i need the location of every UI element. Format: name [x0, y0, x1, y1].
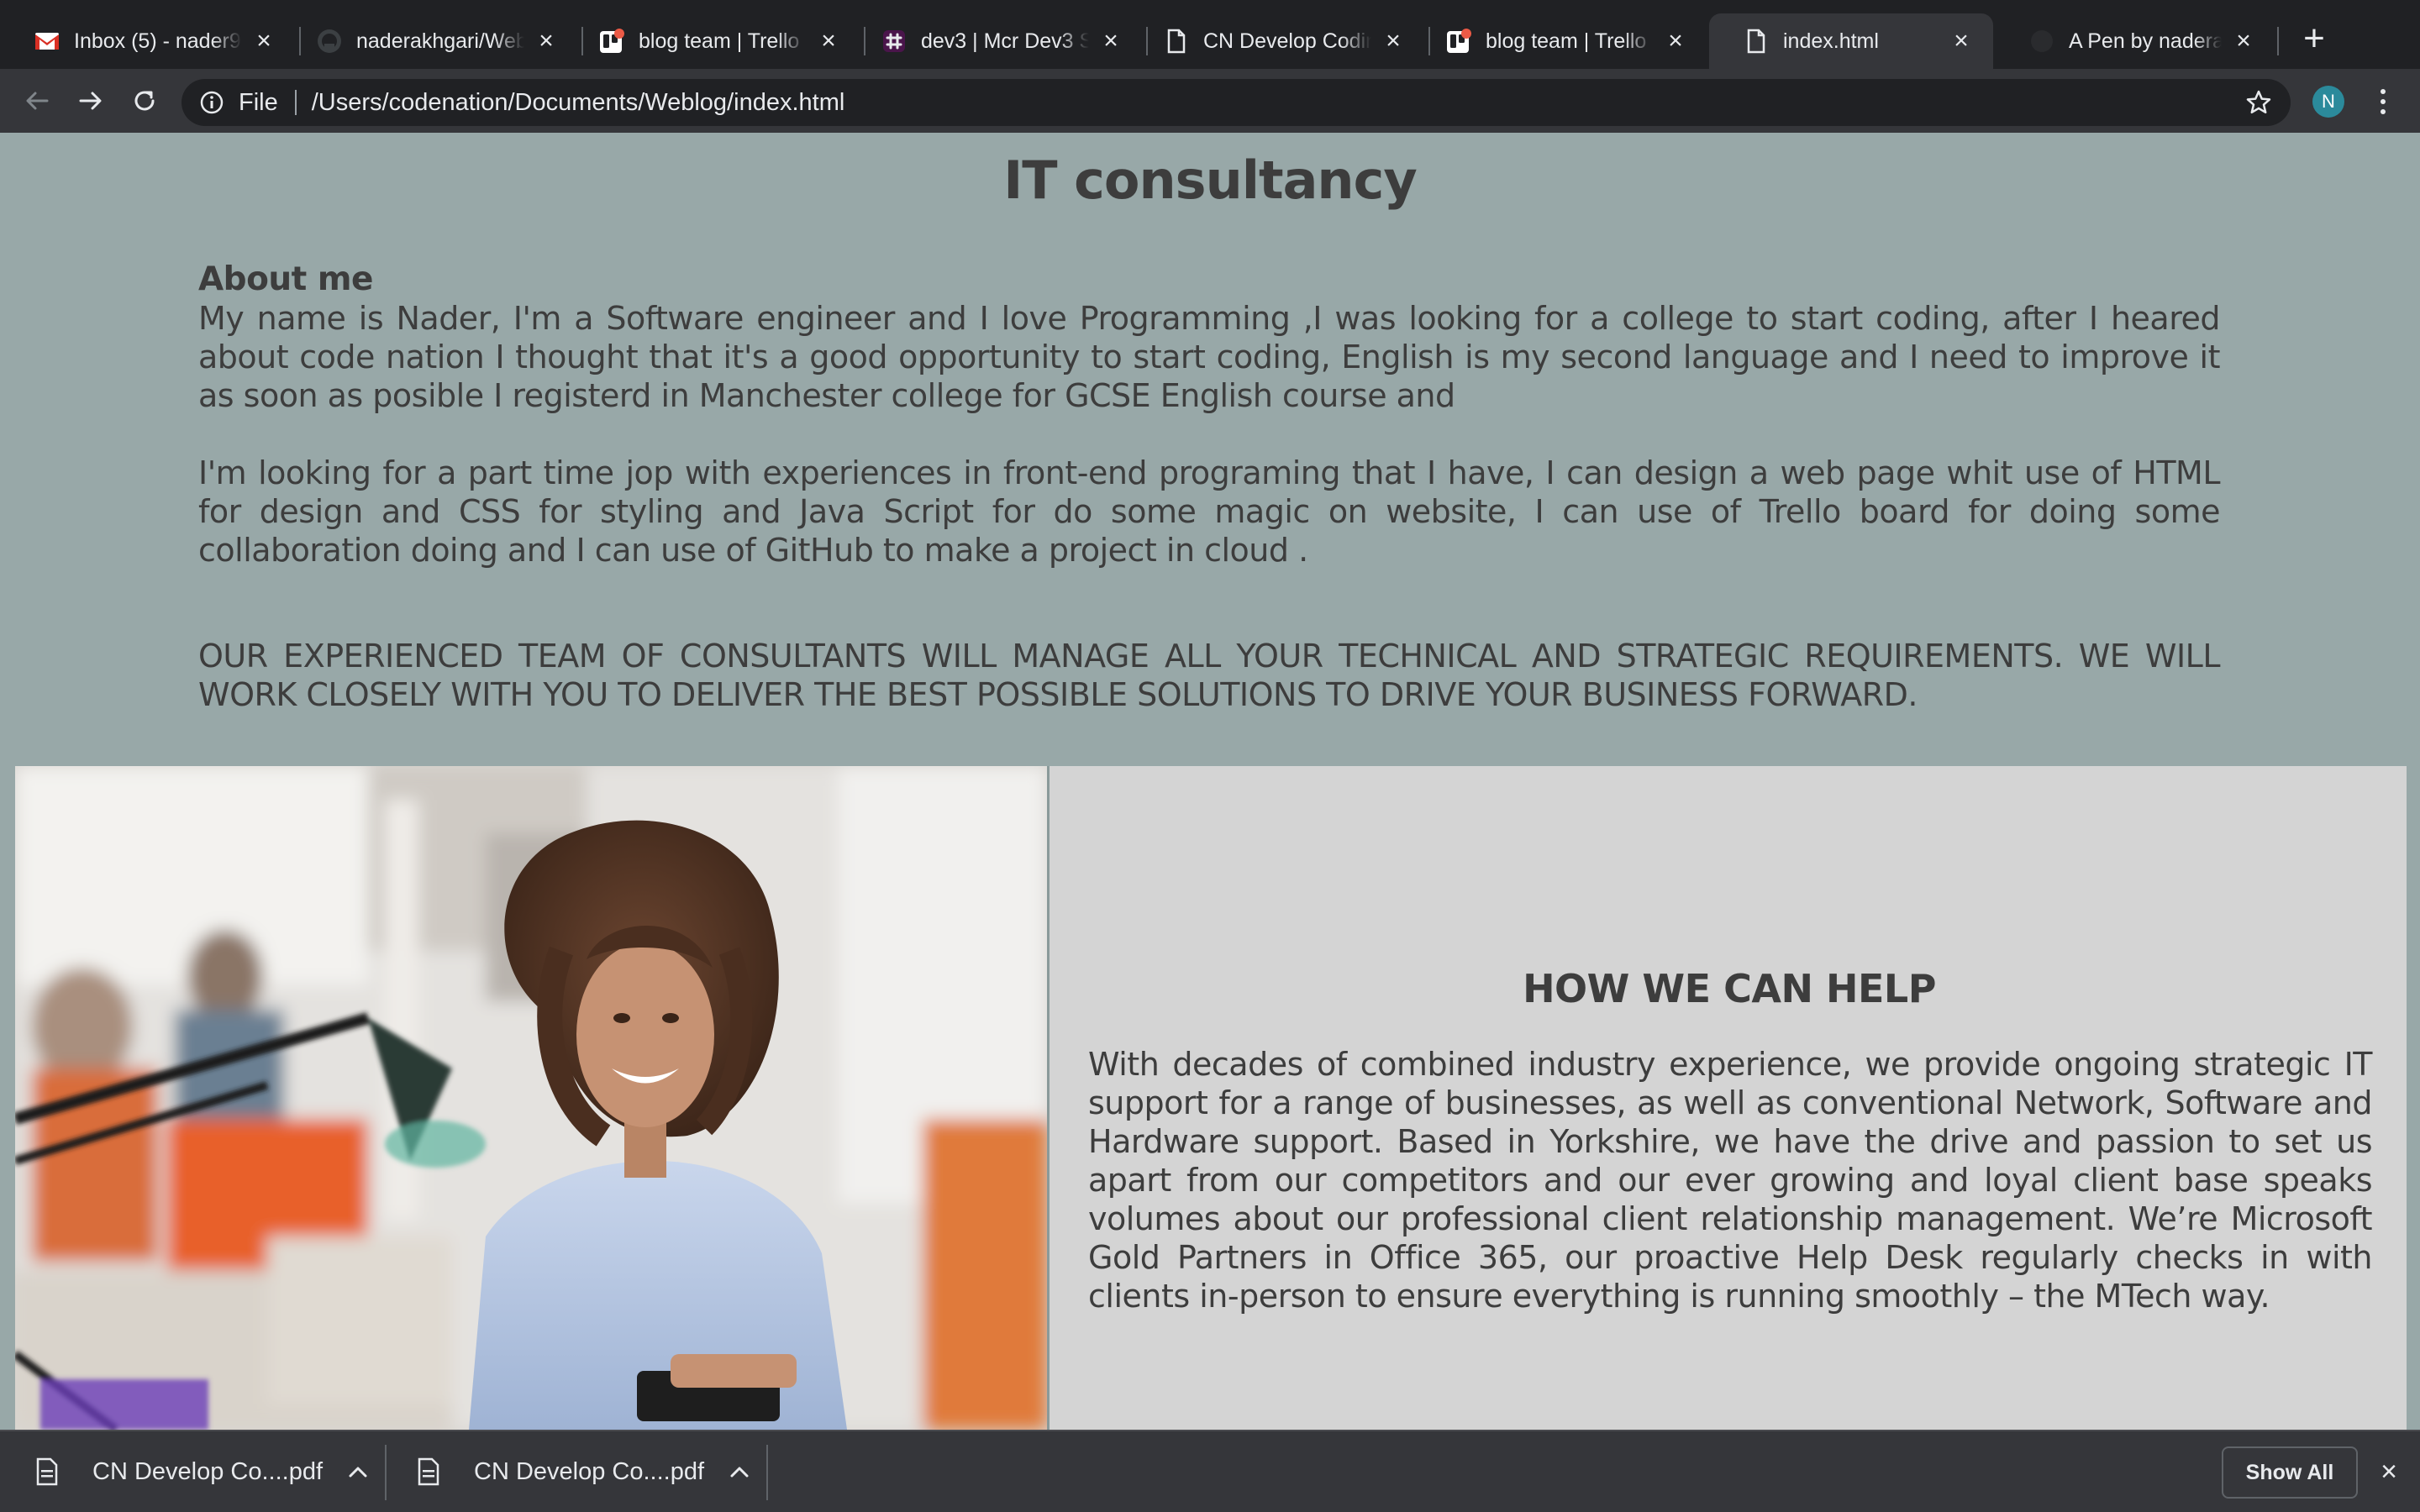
reload-button[interactable]: [124, 81, 165, 121]
tab-close-icon[interactable]: ×: [533, 28, 560, 55]
tab-gmail-inbox[interactable]: Inbox (5) - nader9 ×: [0, 13, 296, 69]
url-scheme-label: File: [239, 88, 278, 116]
help-section: HOW WE CAN HELP With decades of combined…: [1047, 766, 2407, 1430]
tab-title: naderakhgari/Web: [356, 29, 524, 53]
tab-cn-develop-coding[interactable]: CN Develop Codin ×: [1129, 13, 1425, 69]
tab-codepen[interactable]: A Pen by naderakh ×: [1995, 13, 2275, 69]
download-filename: CN Develop Co....pdf: [474, 1457, 705, 1485]
tab-divider: [2277, 27, 2279, 55]
tab-trello-blog-team[interactable]: blog team | Trello ×: [565, 13, 860, 69]
about-section: About me My name is Nader, I'm a Softwar…: [198, 260, 2221, 570]
pdf-file-icon: [418, 1457, 439, 1486]
tab-index-html[interactable]: index.html ×: [1709, 13, 1993, 69]
page-viewport: IT consultancy About me My name is Nader…: [0, 133, 2420, 1430]
url-text[interactable]: /Users/codenation/Documents/Weblog/index…: [312, 89, 845, 117]
tab-close-icon[interactable]: ×: [1662, 28, 1689, 55]
reload-icon: [134, 91, 155, 111]
download-item[interactable]: CN Develop Co....pdf: [417, 1431, 751, 1512]
help-heading: HOW WE CAN HELP: [1523, 966, 1936, 1011]
new-tab-button[interactable]: +: [2296, 20, 2333, 59]
pdf-file-icon: [36, 1457, 58, 1486]
forward-button[interactable]: [71, 81, 111, 121]
tagline: OUR EXPERIENCED TEAM OF CONSULTANTS WILL…: [198, 638, 2221, 713]
tab-close-icon[interactable]: ×: [1948, 28, 1975, 55]
download-item[interactable]: CN Develop Co....pdf: [35, 1431, 370, 1512]
consultant-photo: [15, 766, 1047, 1430]
tab-close-icon[interactable]: ×: [1380, 28, 1407, 55]
github-icon: [316, 28, 343, 55]
forward-arrow-icon: [79, 92, 102, 110]
tab-trello-blog-team-2[interactable]: blog team | Trello ×: [1412, 13, 1707, 69]
address-bar[interactable]: File /Users/codenation/Documents/Weblog/…: [182, 79, 2291, 126]
tab-title: blog team | Trello: [1486, 29, 1647, 53]
page-title: IT consultancy: [1003, 150, 1418, 211]
browser-toolbar: File /Users/codenation/Documents/Weblog/…: [0, 69, 2420, 133]
download-divider: [766, 1445, 768, 1500]
info-icon[interactable]: [198, 89, 225, 116]
tab-close-icon[interactable]: ×: [815, 28, 842, 55]
bookmark-star-icon[interactable]: [2245, 89, 2272, 116]
profile-avatar[interactable]: N: [2312, 86, 2344, 118]
address-divider: [294, 90, 297, 115]
tab-title: dev3 | Mcr Dev3 S: [921, 29, 1089, 53]
document-icon: [1743, 28, 1770, 55]
chevron-up-icon[interactable]: [728, 1460, 751, 1483]
about-heading: About me: [198, 260, 373, 298]
download-shelf: CN Develop Co....pdf CN Develop Co....pd…: [0, 1430, 2420, 1512]
about-paragraph: My name is Nader, I'm a Software enginee…: [198, 300, 2221, 414]
gmail-icon: [34, 28, 60, 55]
tab-slack-dev3[interactable]: dev3 | Mcr Dev3 S ×: [847, 13, 1143, 69]
slack-icon: [881, 28, 908, 55]
trello-icon: [598, 28, 625, 55]
tab-title: blog team | Trello: [639, 29, 800, 53]
close-shelf-icon[interactable]: ×: [2375, 1457, 2403, 1487]
tab-title: A Pen by naderakh: [2069, 29, 2222, 53]
tab-close-icon[interactable]: ×: [1097, 28, 1124, 55]
back-arrow-icon: [26, 92, 49, 110]
chevron-up-icon[interactable]: [346, 1460, 370, 1483]
help-text: With decades of combined industry experi…: [1088, 1046, 2373, 1315]
trello-icon: [1445, 28, 1472, 55]
tab-title: CN Develop Codin: [1203, 29, 1371, 53]
download-divider: [385, 1445, 387, 1500]
document-icon: [1163, 28, 1190, 55]
tab-title: Inbox (5) - nader9: [74, 29, 241, 53]
more-menu-icon[interactable]: [2368, 84, 2398, 119]
back-button[interactable]: [17, 81, 57, 121]
show-all-button[interactable]: Show All: [2222, 1446, 2358, 1499]
tab-close-icon[interactable]: ×: [250, 28, 277, 55]
office-photo-illustration: [15, 766, 1047, 1430]
tab-title: index.html: [1783, 29, 1879, 53]
download-filename: CN Develop Co....pdf: [92, 1457, 324, 1485]
codepen-icon: [2028, 28, 2055, 55]
tab-github-repo[interactable]: naderakhgari/Web ×: [282, 13, 578, 69]
tab-close-icon[interactable]: ×: [2230, 28, 2257, 55]
about-paragraph: I'm looking for a part time jop with exp…: [198, 454, 2221, 569]
